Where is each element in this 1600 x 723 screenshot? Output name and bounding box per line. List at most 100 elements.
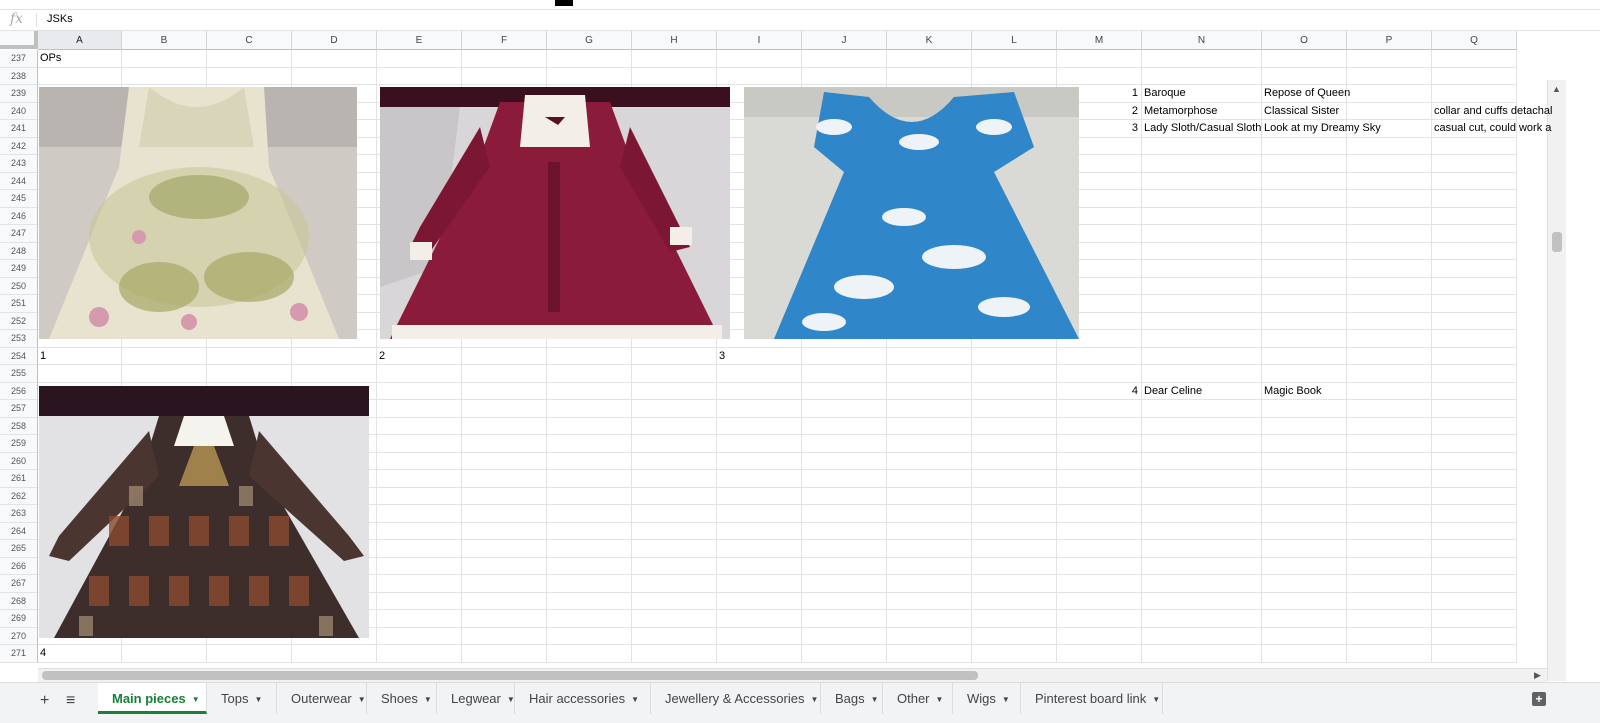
cell-l271[interactable] bbox=[972, 645, 1057, 663]
cell-q249[interactable] bbox=[1432, 260, 1517, 278]
cell-l266[interactable] bbox=[972, 557, 1057, 575]
cell-i260[interactable] bbox=[717, 452, 802, 470]
cell-n264[interactable] bbox=[1142, 522, 1262, 540]
cell-e237[interactable] bbox=[377, 50, 462, 68]
cell-o262[interactable] bbox=[1262, 487, 1347, 505]
cell-k254[interactable] bbox=[887, 347, 972, 365]
formula-input[interactable]: JSKs bbox=[47, 13, 73, 25]
sheet-tab-3[interactable]: Shoes ▼ bbox=[367, 683, 437, 714]
cell-b237[interactable] bbox=[122, 50, 207, 68]
cell-o250[interactable] bbox=[1262, 277, 1347, 295]
cell-j267[interactable] bbox=[802, 575, 887, 593]
cell-l268[interactable] bbox=[972, 592, 1057, 610]
cell-d238[interactable] bbox=[292, 67, 377, 85]
cell-q243[interactable] bbox=[1432, 155, 1517, 173]
cell-c255[interactable] bbox=[207, 365, 292, 383]
cell-q240[interactable]: collar and cuffs detachal bbox=[1432, 102, 1552, 120]
cell-n269[interactable] bbox=[1142, 610, 1262, 628]
cell-o261[interactable] bbox=[1262, 470, 1347, 488]
cell-e258[interactable] bbox=[377, 417, 462, 435]
cell-m254[interactable] bbox=[1057, 347, 1142, 365]
cell-o245[interactable] bbox=[1262, 190, 1347, 208]
cell-i254[interactable]: 3 bbox=[717, 347, 802, 365]
cell-o264[interactable] bbox=[1262, 522, 1347, 540]
cell-p239[interactable] bbox=[1347, 85, 1432, 103]
cell-f271[interactable] bbox=[462, 645, 547, 663]
cell-i270[interactable] bbox=[717, 627, 802, 645]
cell-j256[interactable] bbox=[802, 382, 887, 400]
cell-q238[interactable] bbox=[1432, 67, 1517, 85]
cell-q241[interactable]: casual cut, could work a bbox=[1432, 120, 1551, 138]
cell-e269[interactable] bbox=[377, 610, 462, 628]
cell-g270[interactable] bbox=[547, 627, 632, 645]
cell-h259[interactable] bbox=[632, 435, 717, 453]
cell-p258[interactable] bbox=[1347, 417, 1432, 435]
cell-i258[interactable] bbox=[717, 417, 802, 435]
column-header-o[interactable]: O bbox=[1262, 31, 1347, 50]
cell-m260[interactable] bbox=[1057, 452, 1142, 470]
cell-p257[interactable] bbox=[1347, 400, 1432, 418]
cell-q267[interactable] bbox=[1432, 575, 1517, 593]
cell-m259[interactable] bbox=[1057, 435, 1142, 453]
cell-q246[interactable] bbox=[1432, 207, 1517, 225]
cell-q244[interactable] bbox=[1432, 172, 1517, 190]
row-header-253[interactable]: 253 bbox=[0, 330, 38, 348]
cell-f267[interactable] bbox=[462, 575, 547, 593]
cell-n263[interactable] bbox=[1142, 505, 1262, 523]
cell-p250[interactable] bbox=[1347, 277, 1432, 295]
cell-j259[interactable] bbox=[802, 435, 887, 453]
cell-m270[interactable] bbox=[1057, 627, 1142, 645]
row-header-237[interactable]: 237 bbox=[0, 50, 38, 68]
cell-o267[interactable] bbox=[1262, 575, 1347, 593]
column-header-b[interactable]: B bbox=[122, 31, 207, 50]
cell-k264[interactable] bbox=[887, 522, 972, 540]
cell-g257[interactable] bbox=[547, 400, 632, 418]
cell-b238[interactable] bbox=[122, 67, 207, 85]
caret-down-icon[interactable]: ▼ bbox=[254, 695, 262, 704]
row-header-269[interactable]: 269 bbox=[0, 610, 38, 628]
cell-o258[interactable] bbox=[1262, 417, 1347, 435]
cell-k260[interactable] bbox=[887, 452, 972, 470]
cell-n241[interactable]: Lady Sloth/Casual Sloth bbox=[1142, 120, 1262, 138]
cell-f264[interactable] bbox=[462, 522, 547, 540]
cell-n237[interactable] bbox=[1142, 50, 1262, 68]
cell-n268[interactable] bbox=[1142, 592, 1262, 610]
cell-p245[interactable] bbox=[1347, 190, 1432, 208]
cell-h261[interactable] bbox=[632, 470, 717, 488]
cell-o248[interactable] bbox=[1262, 242, 1347, 260]
row-header-267[interactable]: 267 bbox=[0, 575, 38, 593]
caret-down-icon[interactable]: ▼ bbox=[871, 695, 879, 704]
row-header-268[interactable]: 268 bbox=[0, 592, 38, 610]
cell-l262[interactable] bbox=[972, 487, 1057, 505]
cell-g266[interactable] bbox=[547, 557, 632, 575]
cell-k255[interactable] bbox=[887, 365, 972, 383]
cell-c254[interactable] bbox=[207, 347, 292, 365]
cell-o270[interactable] bbox=[1262, 627, 1347, 645]
cell-e266[interactable] bbox=[377, 557, 462, 575]
caret-down-icon[interactable]: ▼ bbox=[358, 695, 366, 704]
sheet-tab-5[interactable]: Hair accessories ▼ bbox=[515, 683, 651, 714]
column-header-m[interactable]: M bbox=[1057, 31, 1142, 50]
cell-n265[interactable] bbox=[1142, 540, 1262, 558]
cell-n252[interactable] bbox=[1142, 312, 1262, 330]
cell-n257[interactable] bbox=[1142, 400, 1262, 418]
list-icon[interactable]: ≡ bbox=[66, 692, 75, 710]
cell-h255[interactable] bbox=[632, 365, 717, 383]
cell-k256[interactable] bbox=[887, 382, 972, 400]
cell-l238[interactable] bbox=[972, 67, 1057, 85]
row-header-265[interactable]: 265 bbox=[0, 540, 38, 558]
cell-q254[interactable] bbox=[1432, 347, 1517, 365]
cell-m238[interactable] bbox=[1057, 67, 1142, 85]
cell-p243[interactable] bbox=[1347, 155, 1432, 173]
cell-m266[interactable] bbox=[1057, 557, 1142, 575]
cell-p237[interactable] bbox=[1347, 50, 1432, 68]
cell-g263[interactable] bbox=[547, 505, 632, 523]
cell-d254[interactable] bbox=[292, 347, 377, 365]
cell-e257[interactable] bbox=[377, 400, 462, 418]
cell-o247[interactable] bbox=[1262, 225, 1347, 243]
select-all-corner[interactable] bbox=[0, 31, 38, 49]
cell-q252[interactable] bbox=[1432, 312, 1517, 330]
cell-n242[interactable] bbox=[1142, 137, 1262, 155]
vertical-scrollbar[interactable]: ▲ ▼ bbox=[1547, 80, 1566, 681]
cell-g255[interactable] bbox=[547, 365, 632, 383]
